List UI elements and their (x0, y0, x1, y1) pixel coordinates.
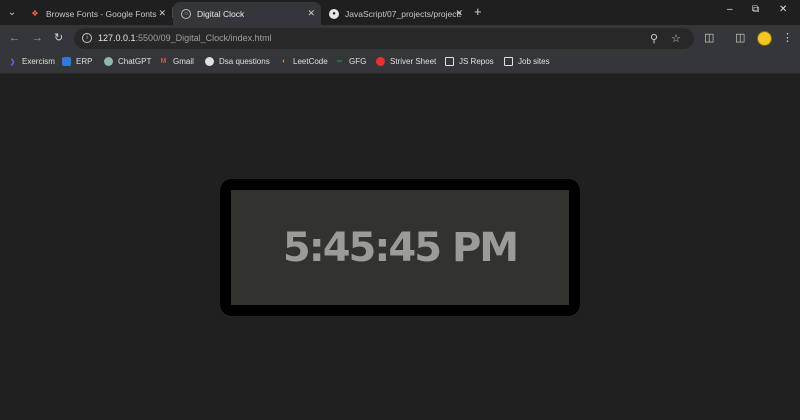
bookmark-job-sites[interactable]: Job sites (504, 57, 550, 66)
reload-icon[interactable]: ↻ (54, 31, 63, 45)
bookmarks-bar: ❱ Exercism ERP ChatGPT M Gmail Dsa quest… (0, 52, 800, 74)
chatgpt-icon (104, 57, 113, 66)
gfg-icon: ∞ (337, 58, 342, 65)
exercism-icon: ❱ (9, 58, 16, 66)
extensions-icon[interactable]: ◫ (704, 31, 714, 45)
bookmark-star-icon[interactable]: ☆ (671, 32, 681, 45)
clock-face: 5:45:45 PM (231, 190, 569, 305)
close-window-icon[interactable]: ✕ (779, 4, 787, 15)
folder-icon (445, 57, 454, 66)
tab-google-fonts[interactable]: ❖ Browse Fonts - Google Fonts ✕ (22, 2, 172, 25)
close-icon[interactable]: ✕ (158, 8, 166, 19)
new-tab-button[interactable]: + (474, 5, 482, 19)
bookmark-gmail[interactable]: M Gmail (159, 57, 194, 66)
folder-icon (504, 57, 513, 66)
minimize-icon[interactable]: – (727, 4, 733, 15)
browser-toolbar: ← → ↻ i 127.0.0.1:5500/09_Digital_Clock/… (0, 25, 800, 52)
gmail-icon: M (160, 58, 167, 65)
bookmark-js-repos[interactable]: JS Repos (445, 57, 494, 66)
tab-github-repo[interactable]: ● JavaScript/07_projects/projects ✕ (321, 2, 469, 25)
github-icon (205, 57, 214, 66)
clock-frame: 5:45:45 PM (220, 179, 580, 316)
site-info-icon[interactable]: i (82, 33, 92, 43)
tab-title: Digital Clock (197, 8, 245, 19)
tab-strip: ⌄ ❖ Browse Fonts - Google Fonts ✕ ○ Digi… (0, 0, 800, 25)
menu-icon[interactable]: ⋮ (782, 31, 793, 45)
back-icon[interactable]: ← (9, 31, 20, 45)
address-bar[interactable]: i 127.0.0.1:5500/09_Digital_Clock/index.… (74, 28, 694, 49)
tab-title: JavaScript/07_projects/projects (345, 8, 461, 19)
bookmark-striver-sheet[interactable]: Striver Sheet (376, 57, 436, 66)
side-panel-icon[interactable]: ◫ (735, 31, 745, 45)
striver-icon (376, 57, 385, 66)
tab-search-chevron-icon[interactable]: ⌄ (4, 4, 20, 20)
zoom-icon[interactable]: ⚲ (650, 32, 658, 45)
profile-avatar[interactable] (757, 31, 772, 46)
url-text[interactable]: 127.0.0.1:5500/09_Digital_Clock/index.ht… (98, 33, 272, 43)
bookmark-dsa-questions[interactable]: Dsa questions (205, 57, 270, 66)
restore-icon[interactable]: ⧉ (752, 4, 759, 15)
tab-title: Browse Fonts - Google Fonts (46, 8, 157, 19)
bookmark-gfg[interactable]: ∞ GFG (335, 57, 366, 66)
leetcode-icon: ‹ (282, 58, 285, 65)
close-icon[interactable]: ✕ (307, 8, 315, 19)
close-icon[interactable]: ✕ (455, 8, 463, 19)
bookmark-erp[interactable]: ERP (62, 57, 92, 66)
github-icon: ● (329, 8, 339, 19)
forward-icon[interactable]: → (32, 31, 43, 45)
bookmark-leetcode[interactable]: ‹ LeetCode (279, 57, 327, 66)
globe-icon: ○ (181, 8, 191, 19)
tab-digital-clock[interactable]: ○ Digital Clock ✕ (173, 2, 321, 25)
google-fonts-icon: ❖ (31, 9, 39, 18)
erp-icon (62, 57, 71, 66)
bookmark-chatgpt[interactable]: ChatGPT (104, 57, 151, 66)
page-viewport: 5:45:45 PM (0, 75, 800, 420)
bookmark-exercism[interactable]: ❱ Exercism (8, 57, 55, 66)
clock-time: 5:45:45 PM (282, 224, 519, 271)
